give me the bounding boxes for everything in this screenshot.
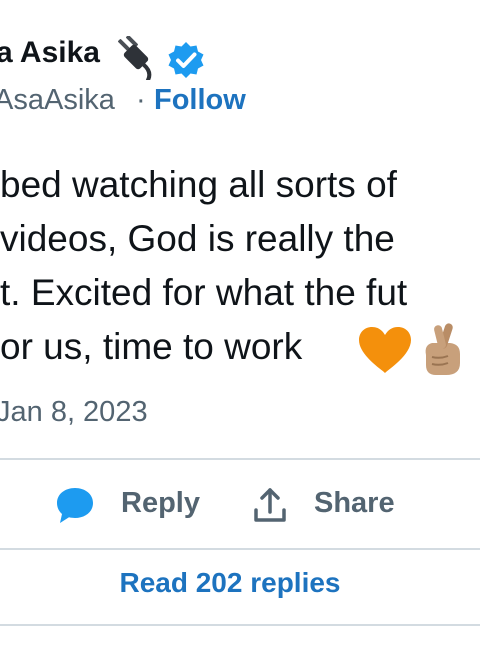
author-name[interactable]: a Asika <box>0 36 100 70</box>
crossed-fingers-icon <box>425 323 460 375</box>
tweet-date[interactable]: Jan 8, 2023 <box>0 396 148 429</box>
tweet-text-line-3: t. Excited for what the fut <box>0 272 408 313</box>
electric-plug-icon <box>118 36 152 80</box>
share-button[interactable]: Share <box>314 487 395 520</box>
divider-bottom <box>0 548 480 550</box>
orange-heart-icon <box>359 327 411 373</box>
divider-end <box>0 624 480 626</box>
follow-button[interactable]: Follow <box>154 84 246 117</box>
author-handle[interactable]: AsaAsika <box>0 84 115 117</box>
divider-top <box>0 458 480 460</box>
read-replies-button[interactable]: Read 202 replies <box>0 567 460 599</box>
tweet-text-line-4: or us, time to work <box>0 326 303 367</box>
tweet-text-line-2: videos, God is really the <box>0 218 395 259</box>
share-icon[interactable] <box>250 484 290 526</box>
verified-badge-icon <box>168 42 204 78</box>
tweet-text-line-1: bed watching all sorts of <box>0 164 397 205</box>
reply-bubble-icon[interactable] <box>54 484 96 526</box>
reply-button[interactable]: Reply <box>121 487 200 520</box>
separator-dot: · <box>136 84 146 116</box>
